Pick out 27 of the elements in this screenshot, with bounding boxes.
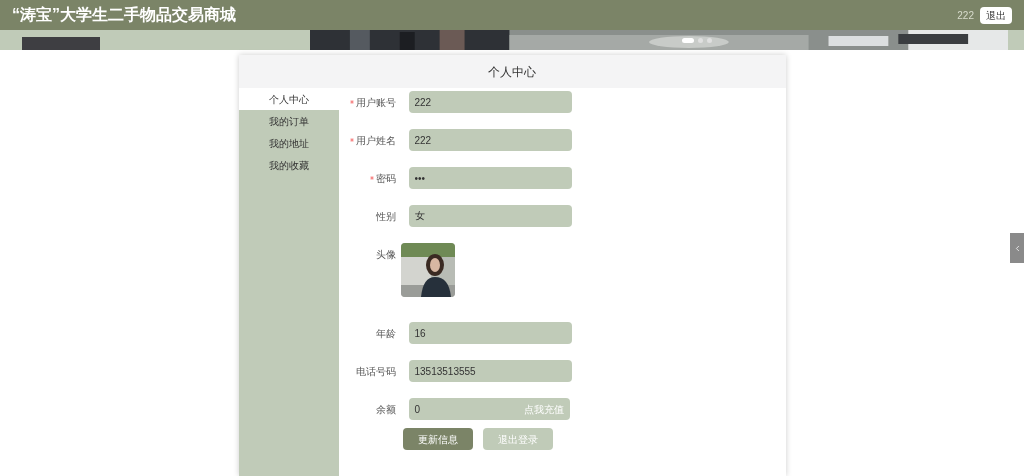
input-field[interactable]: 女 (408, 205, 572, 227)
balance-field[interactable]: 0 点我充值 (408, 398, 570, 420)
required-asterisk-icon (348, 137, 355, 143)
field-label: 密码 (375, 171, 396, 186)
required-asterisk-icon (348, 99, 355, 105)
username: 222 (957, 8, 974, 23)
field-label: 头像 (375, 247, 396, 262)
balance-value: 0 (414, 402, 421, 417)
site-title: “涛宝”大学生二手物品交易商城 (12, 5, 236, 25)
field-label: 年龄 (375, 326, 396, 341)
field-label: 用户姓名 (355, 133, 396, 148)
input-field[interactable]: 222 (408, 91, 572, 113)
required-asterisk-icon (368, 175, 375, 181)
input-field[interactable]: 16 (408, 322, 572, 344)
input-field[interactable]: 13513513555 (408, 360, 572, 382)
field-label: 用户账号 (355, 95, 396, 110)
field-label: 电话号码 (355, 364, 396, 379)
banner-background (1008, 30, 1024, 50)
card-title: 个人中心 (488, 63, 536, 81)
side-tab[interactable] (1010, 233, 1024, 263)
update-button[interactable]: 更新信息 (402, 428, 473, 450)
input-field[interactable]: ••• (408, 167, 572, 189)
field-label: 余额 (375, 402, 396, 417)
input-field[interactable]: 222 (408, 129, 572, 151)
logout-button[interactable]: 退出 (980, 6, 1012, 24)
sidebar-item[interactable]: 个人中心 (238, 88, 339, 110)
field-label: 性别 (375, 209, 396, 224)
